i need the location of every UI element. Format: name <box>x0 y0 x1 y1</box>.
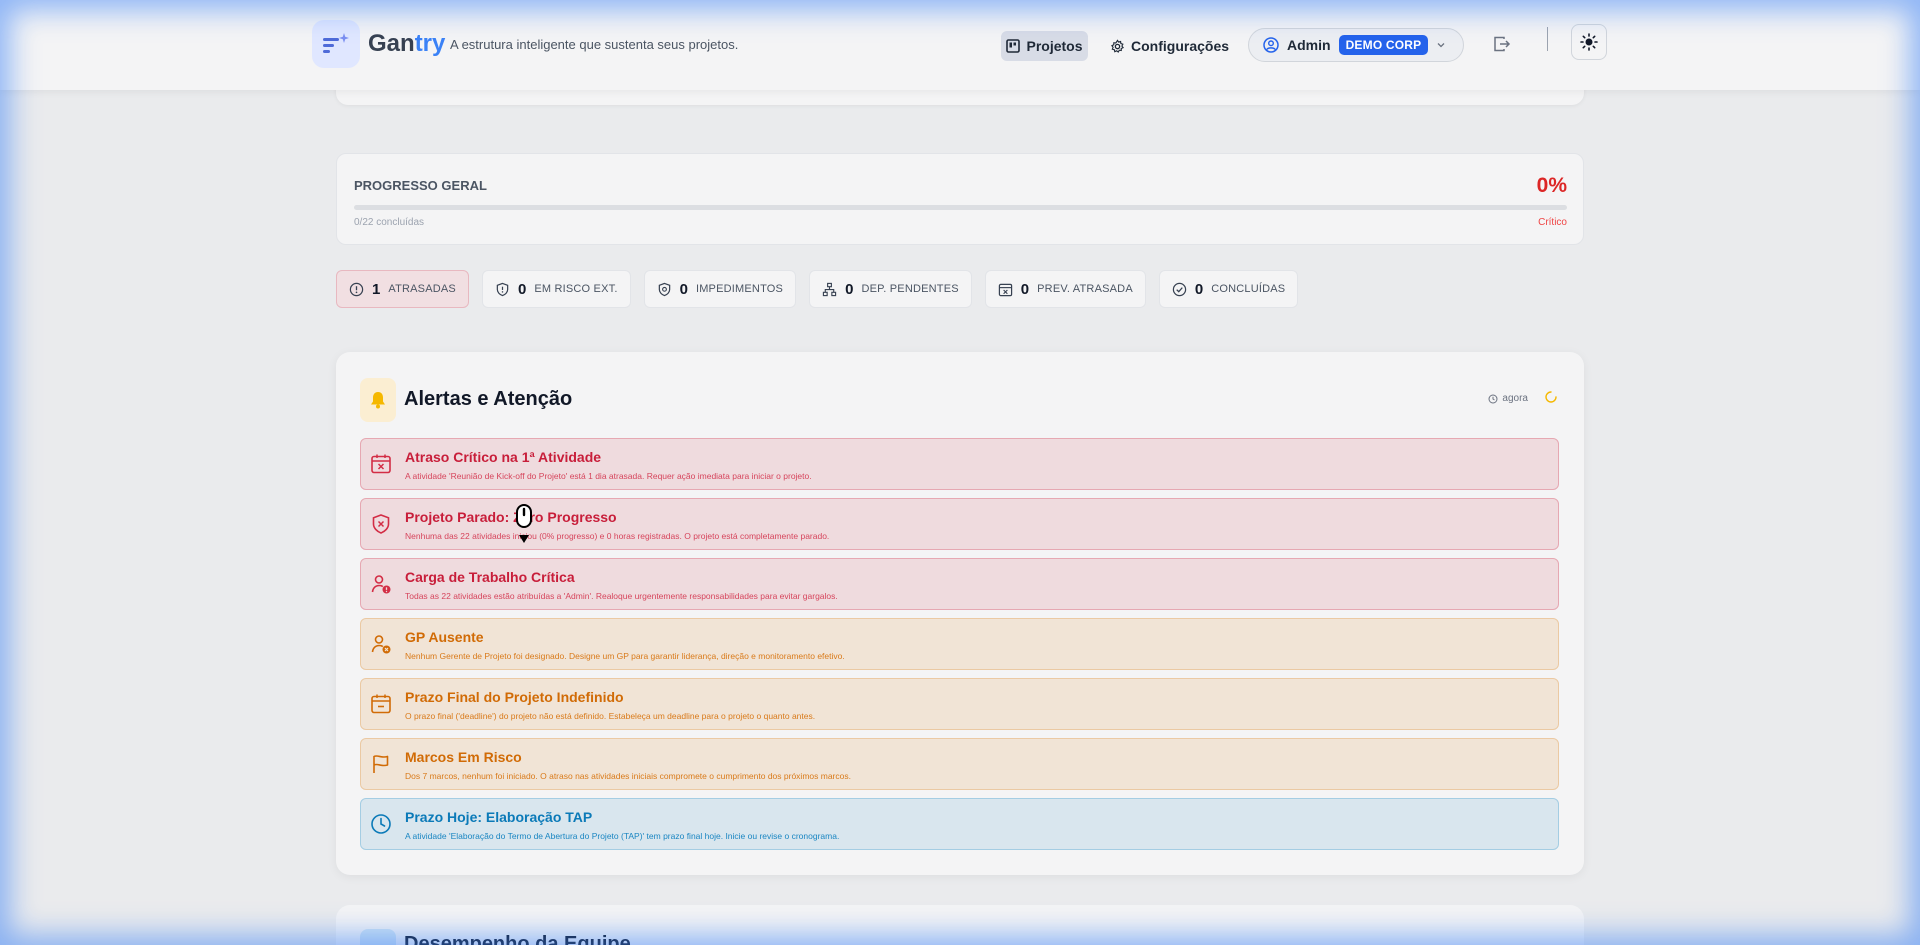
team-performance-title: Desempenho da Equipe <box>404 933 631 945</box>
alert-item[interactable]: Marcos Em Risco Dos 7 marcos, nenhum foi… <box>360 738 1559 790</box>
alert-circle-icon <box>349 282 364 296</box>
last-updated-text: agora <box>1502 393 1528 404</box>
progress-count: 0/22 concluídas <box>354 217 425 228</box>
stat-value: 1 <box>372 280 381 298</box>
team-icon <box>360 929 396 945</box>
flag-icon <box>373 755 389 773</box>
calendar-x-icon <box>998 283 1012 296</box>
nav-configuracoes-label: Configurações <box>1131 38 1230 54</box>
alerts-card: Alertas e Atenção agora Atraso Crítico n… <box>336 352 1584 875</box>
alert-description: Nenhum Gerente de Projeto foi designado.… <box>405 651 845 661</box>
refresh-icon[interactable] <box>1544 390 1558 404</box>
alert-title: Prazo Final do Projeto Indefinido <box>405 689 624 705</box>
stat-em-risco-ext[interactable]: 0 EM RISCO EXT. <box>481 270 631 308</box>
stat-label: IMPEDIMENTOS <box>695 283 784 295</box>
stat-concluidas[interactable]: 0 CONCLUÍDAS <box>1158 270 1299 308</box>
stat-dep-pendentes[interactable]: 0 DEP. PENDENTES <box>809 270 972 308</box>
user-menu[interactable]: Admin DEMO CORP <box>1248 28 1464 62</box>
stat-value: 0 <box>1194 280 1204 298</box>
alerts-title: Alertas e Atenção <box>404 388 573 410</box>
alert-title: Marcos Em Risco <box>405 749 522 765</box>
user-circle-icon <box>1263 37 1279 53</box>
stats-row: 1 ATRASADAS 0 EM RISCO EXT. 0 IMPEDIMENT… <box>336 270 1299 308</box>
calendar-minus-icon <box>371 694 391 714</box>
alert-description: Nenhuma das 22 atividades iniciou (0% pr… <box>405 531 830 541</box>
shield-alert-icon <box>496 282 509 296</box>
alert-description: Todas as 22 atividades estão atribuídas … <box>405 591 838 601</box>
alert-item[interactable]: GP Ausente Nenhum Gerente de Projeto foi… <box>360 618 1559 670</box>
hierarchy-icon <box>822 282 837 296</box>
stat-label: EM RISCO EXT. <box>534 283 618 295</box>
alert-title: Atraso Crítico na 1ª Atividade <box>405 449 602 465</box>
org-badge: DEMO CORP <box>1338 35 1429 55</box>
logo-lines-icon <box>323 33 349 53</box>
mouse-cursor-icon <box>516 504 532 543</box>
alert-title: Projeto Parado: Zero Progresso <box>405 509 617 525</box>
chevron-down-icon <box>1437 43 1445 48</box>
stat-value: 0 <box>517 280 527 298</box>
stat-label: ATRASADAS <box>388 283 456 295</box>
stat-value: 0 <box>679 280 688 298</box>
team-performance-card: Desempenho da Equipe <box>336 905 1584 945</box>
app-logo[interactable] <box>312 20 360 68</box>
alert-title: Carga de Trabalho Crítica <box>405 569 575 585</box>
user-name: Admin <box>1287 37 1331 53</box>
shield-block-icon <box>658 282 670 296</box>
sun-icon <box>1580 33 1598 51</box>
logout-icon[interactable] <box>1492 34 1512 54</box>
alert-title: Prazo Hoje: Elaboração TAP <box>405 809 593 825</box>
stat-prev-atrasada[interactable]: 0 PREV. ATRASADA <box>984 270 1146 308</box>
user-x-icon <box>371 635 391 654</box>
progress-status: Crítico <box>1538 217 1567 228</box>
stat-value: 0 <box>1020 280 1030 298</box>
top-header: Gantry A estrutura inteligente que suste… <box>0 0 1920 90</box>
stat-value: 0 <box>845 280 854 298</box>
theme-toggle-button[interactable] <box>1571 24 1607 60</box>
brand-tagline: A estrutura inteligente que sustenta seu… <box>450 37 739 52</box>
bell-icon-box <box>360 378 396 422</box>
alert-item[interactable]: Prazo Hoje: Elaboração TAP A atividade '… <box>360 798 1559 850</box>
stat-impedimentos[interactable]: 0 IMPEDIMENTOS <box>643 270 797 308</box>
clock-icon <box>371 814 391 834</box>
last-updated: agora <box>1488 393 1528 404</box>
alert-item[interactable]: Prazo Final do Projeto Indefinido O praz… <box>360 678 1559 730</box>
brand-name: Gantry <box>368 30 446 57</box>
calendar-x-icon <box>371 454 391 474</box>
progress-bar <box>354 205 1567 210</box>
nav-configuracoes[interactable]: Configurações <box>1110 31 1229 61</box>
user-alert-icon <box>371 575 391 594</box>
alert-description: A atividade 'Elaboração do Termo de Aber… <box>405 831 840 841</box>
clock-icon <box>1488 394 1498 403</box>
nav-projetos[interactable]: Projetos <box>1001 31 1088 61</box>
alert-description: Dos 7 marcos, nenhum foi iniciado. O atr… <box>405 771 851 781</box>
alert-description: O prazo final ('deadline') do projeto nã… <box>405 711 816 721</box>
alert-description: A atividade 'Reunião de Kick-off do Proj… <box>405 471 812 481</box>
progress-percent: 0% <box>1536 174 1567 197</box>
stat-label: PREV. ATRASADA <box>1037 283 1133 295</box>
alert-item[interactable]: Atraso Crítico na 1ª Atividade A ativida… <box>360 438 1559 490</box>
bell-icon <box>371 392 385 409</box>
overall-progress-card: PROGRESSO GERAL 0% 0/22 concluídas Críti… <box>336 153 1584 245</box>
gear-icon <box>1111 38 1125 53</box>
board-icon <box>1006 39 1021 53</box>
progress-label: PROGRESSO GERAL <box>354 178 487 193</box>
alert-item[interactable]: Projeto Parado: Zero Progresso Nenhuma d… <box>360 498 1559 550</box>
stat-label: DEP. PENDENTES <box>861 283 959 295</box>
stat-label: CONCLUÍDAS <box>1211 283 1286 295</box>
stat-atrasadas[interactable]: 1 ATRASADAS <box>336 270 469 308</box>
nav-projetos-label: Projetos <box>1026 38 1083 54</box>
badge-check-icon <box>1172 282 1187 296</box>
header-divider <box>1547 27 1548 51</box>
alert-title: GP Ausente <box>405 629 484 645</box>
shield-x-icon <box>372 514 390 534</box>
alert-item[interactable]: Carga de Trabalho Crítica Todas as 22 at… <box>360 558 1559 610</box>
